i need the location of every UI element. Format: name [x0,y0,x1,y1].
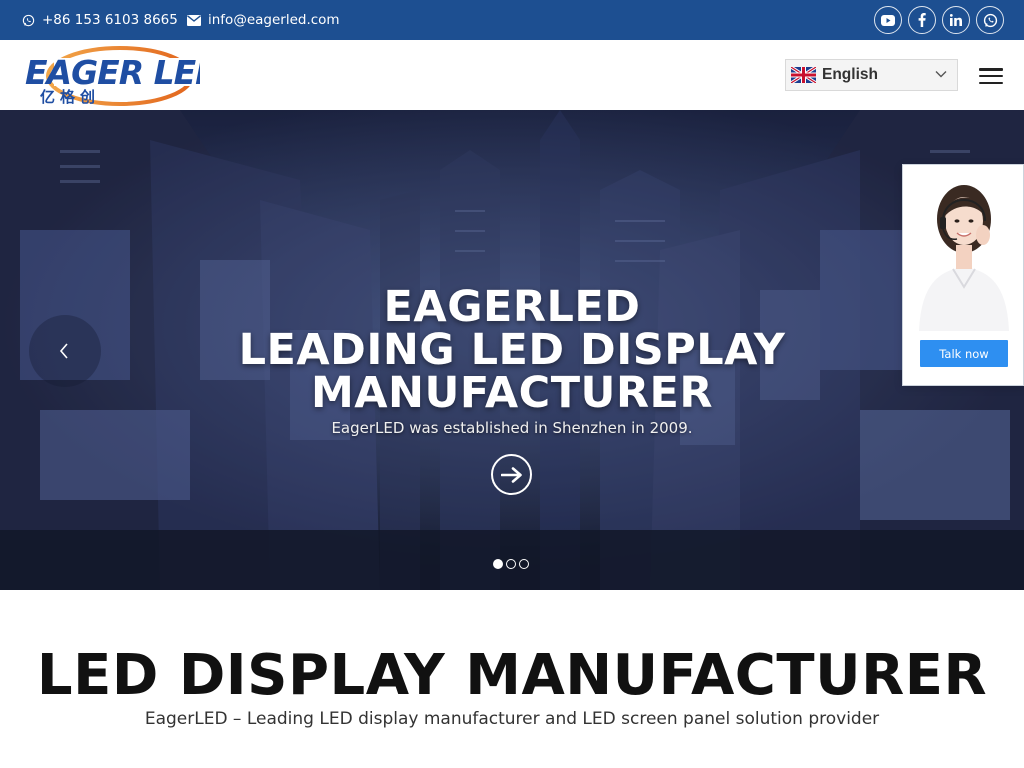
slide-dot-1[interactable] [493,559,503,569]
hamburger-menu-button[interactable] [979,68,1003,85]
hero-title-line2: LEADING LED DISPLAY [238,325,786,375]
top-contact-bar: +86 153 6103 8665 info@eagerled.com [0,0,1024,40]
svg-text:EAGER LED: EAGER LED [25,53,200,92]
uk-flag-icon [791,67,816,83]
chevron-left-icon [59,343,68,359]
social-links [874,6,1004,34]
support-agent-avatar [919,185,1009,331]
hero-subtitle: EagerLED was established in Shenzhen in … [331,419,693,437]
facebook-icon[interactable] [908,6,936,34]
live-chat-widget: Talk now [902,164,1024,386]
arrow-right-icon [500,466,522,483]
section-subtitle: EagerLED – Leading LED display manufactu… [144,709,880,729]
hero-title-line1: EAGERLED [383,282,641,332]
email-address[interactable]: info@eagerled.com [208,12,340,28]
language-label: English [822,66,878,83]
slide-dot-3[interactable] [519,559,529,569]
mail-icon [187,14,201,26]
hero-arrow-button[interactable] [491,454,532,495]
svg-text:亿格创: 亿格创 [40,88,100,106]
eagerled-logo[interactable]: EAGER LED 亿格创 [24,44,223,108]
hero-title-line3: MANUFACTURER [310,368,714,418]
section-title: LED DISPLAY MANUFACTURER [36,643,988,708]
linkedin-icon[interactable] [942,6,970,34]
phone-contact[interactable]: +86 153 6103 8665 [22,0,178,40]
email-contact[interactable]: info@eagerled.com [187,0,340,40]
talk-now-button[interactable]: Talk now [920,340,1008,367]
chevron-down-icon [935,71,947,78]
slider-pagination [493,559,529,569]
hero-slider: EAGERLED LEADING LED DISPLAY MANUFACTURE… [0,110,1024,590]
youtube-icon[interactable] [874,6,902,34]
slider-prev-button[interactable] [29,315,101,387]
slide-dot-2[interactable] [506,559,516,569]
whatsapp-icon[interactable] [976,6,1004,34]
whatsapp-icon [22,14,35,26]
site-header: EAGER LED 亿格创 English [0,40,1024,110]
phone-number[interactable]: +86 153 6103 8665 [42,12,178,28]
language-selector[interactable]: English [785,59,958,91]
